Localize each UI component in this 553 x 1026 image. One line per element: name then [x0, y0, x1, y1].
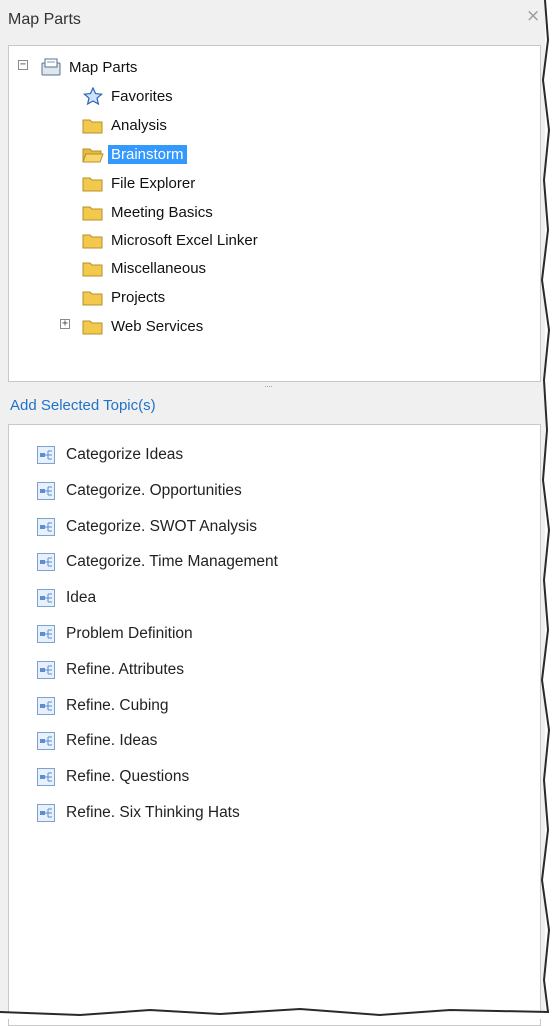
tree-item-label: Miscellaneous — [111, 259, 207, 277]
topic-item-label: Idea — [66, 589, 97, 607]
map-parts-tree: − Map Parts Favorites Analysis Brainstor… — [8, 45, 541, 382]
tree-item-label: Brainstorm — [108, 144, 187, 164]
expand-web-services-button[interactable]: + — [60, 319, 70, 329]
topic-template-icon — [37, 696, 55, 715]
topic-template-icon — [37, 446, 55, 464]
tree-item-label: Favorites — [111, 87, 173, 105]
pane-splitter[interactable]: ···· — [8, 381, 541, 391]
folder-open-icon — [82, 148, 104, 163]
topic-template-icon — [37, 625, 55, 643]
topic-item[interactable]: Categorize Ideas — [36, 443, 183, 467]
topic-item[interactable]: Categorize. Opportunities — [36, 479, 242, 503]
folder-icon — [82, 234, 103, 249]
topic-template-icon — [37, 732, 55, 751]
tree-item-label: Web Services — [111, 317, 204, 335]
star-icon — [82, 87, 104, 105]
topic-template-icon — [37, 589, 55, 608]
topic-item-label: Categorize. SWOT Analysis — [66, 517, 257, 535]
panel-title: Map Parts — [8, 11, 81, 28]
map-parts-panel: Map Parts × − Map Parts Favorites Analys… — [0, 0, 545, 1026]
topic-template-icon — [37, 517, 55, 536]
topic-template-icon — [37, 768, 55, 787]
tree-item-label: File Explorer — [111, 174, 196, 192]
splitter-grip-icon: ···· — [264, 381, 273, 391]
tree-item-favorites[interactable]: Favorites — [82, 83, 176, 109]
tree-item-analysis[interactable]: Analysis — [82, 112, 170, 138]
tree-item-meeting-basics[interactable]: Meeting Basics — [82, 199, 216, 225]
tree-item-label: Map Parts — [69, 58, 138, 76]
topic-template-icon — [37, 660, 55, 679]
tree-item-file-explorer[interactable]: File Explorer — [82, 170, 198, 196]
panel-title-bar: Map Parts × — [0, 0, 545, 44]
folder-icon — [82, 119, 103, 134]
topic-item-label: Refine. Questions — [66, 768, 190, 786]
tree-item-map-parts[interactable]: Map Parts — [40, 54, 140, 80]
topic-item-label: Categorize. Opportunities — [66, 481, 242, 499]
topic-template-icon — [37, 553, 55, 572]
add-selected-topics-link[interactable]: Add Selected Topic(s) — [10, 397, 156, 414]
folder-icon — [82, 291, 103, 306]
tree-item-miscellaneous[interactable]: Miscellaneous — [82, 255, 209, 281]
topic-item-label: Categorize Ideas — [66, 446, 184, 463]
tree-item-label: Projects — [111, 288, 166, 306]
topic-item[interactable]: Categorize. Time Management — [36, 550, 278, 574]
tree-item-brainstorm[interactable]: Brainstorm — [82, 141, 187, 167]
topic-item-label: Refine. Cubing — [66, 696, 169, 714]
folder-icon — [82, 320, 103, 335]
topic-list: Categorize Ideas Categorize. Opportunitie… — [8, 424, 541, 1026]
topic-item[interactable]: Refine. Ideas — [36, 729, 157, 753]
topic-item[interactable]: Refine. Cubing — [36, 694, 169, 718]
topic-item-label: Categorize. Time Management — [66, 553, 278, 571]
topic-item-label: Refine. Six Thinking Hats — [66, 804, 240, 821]
tree-item-microsoft-excel-linker[interactable]: Microsoft Excel Linker — [82, 227, 261, 253]
topic-template-icon — [37, 481, 55, 500]
folder-icon — [82, 206, 103, 221]
topic-item[interactable]: Refine. Six Thinking Hats — [36, 801, 240, 825]
tree-item-label: Meeting Basics — [111, 203, 213, 221]
topic-item[interactable]: Problem Definition — [36, 622, 193, 646]
close-icon[interactable]: × — [526, 6, 540, 26]
tree-item-projects[interactable]: Projects — [82, 284, 168, 310]
map-parts-root-icon — [41, 58, 61, 76]
collapse-root-button[interactable]: − — [18, 60, 28, 70]
topic-template-icon — [37, 804, 55, 822]
topic-item[interactable]: Idea — [36, 586, 96, 610]
tree-item-web-services[interactable]: Web Services — [82, 313, 206, 339]
topic-item-label: Problem Definition — [66, 625, 193, 642]
topic-item[interactable]: Refine. Attributes — [36, 658, 184, 682]
tree-item-label: Microsoft Excel Linker — [111, 231, 258, 249]
folder-icon — [82, 177, 103, 192]
tree-item-label: Analysis — [111, 116, 167, 134]
topic-item-label: Refine. Attributes — [66, 660, 185, 678]
topic-item-label: Refine. Ideas — [66, 732, 158, 750]
topic-item[interactable]: Refine. Questions — [36, 765, 189, 789]
topic-item[interactable]: Categorize. SWOT Analysis — [36, 515, 257, 539]
folder-icon — [82, 262, 103, 277]
